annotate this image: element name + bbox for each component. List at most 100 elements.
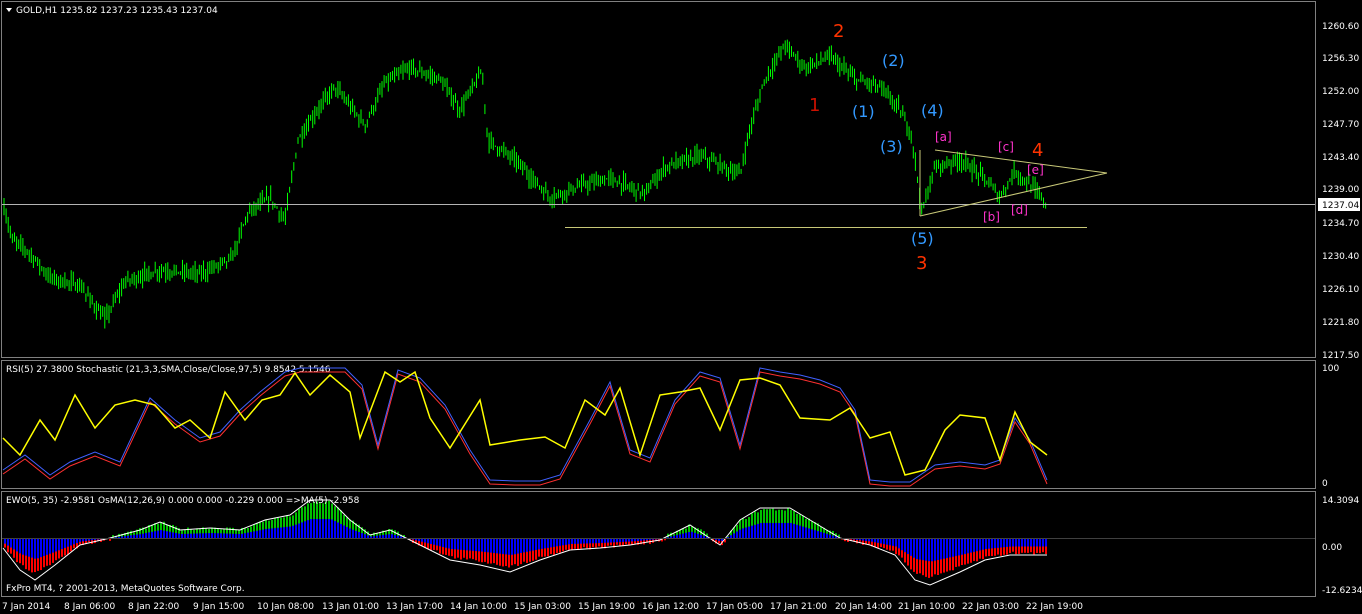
- osma-bar: [976, 538, 978, 552]
- osma-bar: [679, 534, 681, 538]
- copyright-text: FxPro MT4, ? 2001-2013, MetaQuotes Softw…: [6, 584, 245, 594]
- osma-bar: [139, 534, 141, 538]
- osma-bar: [961, 538, 963, 555]
- osma-bar: [919, 538, 921, 560]
- time-label: 10 Jan 08:00: [257, 602, 314, 612]
- osma-bar: [751, 525, 753, 538]
- osma-bar: [538, 538, 540, 550]
- osma-bar: [355, 530, 357, 538]
- osma-bar: [703, 535, 705, 538]
- wave-label: (3): [880, 137, 903, 156]
- osma-bar: [118, 536, 120, 538]
- osma-bar: [346, 527, 348, 538]
- osma-bar: [685, 532, 687, 538]
- osma-bar: [331, 519, 333, 538]
- osma-bar: [931, 538, 933, 562]
- osma-bar: [673, 535, 675, 538]
- osma-bar: [526, 538, 528, 552]
- osma-bar: [541, 538, 543, 549]
- osma-bar: [202, 533, 204, 538]
- osma-bar: [775, 523, 777, 538]
- time-label: 17 Jan 05:00: [706, 602, 763, 612]
- osma-bar: [820, 532, 822, 538]
- osma-bar: [736, 531, 738, 538]
- osma-bar: [433, 538, 435, 545]
- osma-bar: [892, 538, 894, 546]
- osma-bar: [511, 538, 513, 555]
- osma-bar: [676, 535, 678, 538]
- time-label: 8 Jan 22:00: [128, 602, 180, 612]
- osma-bar: [817, 531, 819, 538]
- osma-bar: [1012, 538, 1014, 547]
- osma-bar: [793, 523, 795, 538]
- time-label: 9 Jan 15:00: [193, 602, 245, 612]
- osma-bar: [373, 536, 375, 538]
- osma-bar: [487, 538, 489, 553]
- osma-bar: [565, 538, 567, 545]
- ewo-histogram: [2, 499, 1047, 586]
- time-label: 7 Jan 2014: [2, 602, 50, 612]
- osma-bar: [895, 538, 897, 547]
- osma-bar: [979, 538, 981, 551]
- osma-bar: [169, 531, 171, 538]
- osma-bar: [808, 528, 810, 538]
- osma-bar: [913, 538, 915, 558]
- osma-bar: [916, 538, 918, 560]
- osma-bar: [544, 538, 546, 549]
- osma-bar: [1039, 538, 1041, 547]
- osma-bar: [196, 533, 198, 538]
- osma-bar: [172, 532, 174, 538]
- osma-bar: [361, 533, 363, 538]
- osma-bar: [34, 538, 36, 559]
- osma-bar: [136, 534, 138, 538]
- osma-bar: [946, 538, 948, 559]
- osma-bar: [904, 538, 906, 553]
- osma-bar: [193, 533, 195, 538]
- wave-label: 4: [1032, 140, 1043, 161]
- osma-bar: [145, 533, 147, 538]
- osma-bar: [43, 538, 45, 556]
- osma-bar: [199, 533, 201, 538]
- osma-bar: [952, 538, 954, 557]
- osma-bar: [13, 538, 15, 550]
- triangle-upper-line: [934, 149, 1108, 174]
- osma-bar: [19, 538, 21, 554]
- osma-bar: [10, 538, 12, 548]
- osma-bar: [1042, 538, 1044, 547]
- osma-bar: [241, 533, 243, 538]
- osma-bar: [484, 538, 486, 552]
- osma-bar: [376, 535, 378, 538]
- dropdown-triangle-icon[interactable]: [6, 8, 12, 12]
- osma-bar: [556, 538, 558, 547]
- osma-bar: [37, 538, 39, 559]
- osma-bar: [964, 538, 966, 555]
- osma-bar: [973, 538, 975, 552]
- price-label: 1230.40: [1322, 252, 1359, 262]
- osma-bar: [268, 528, 270, 538]
- osma-bar: [454, 538, 456, 550]
- osma-bar: [985, 538, 987, 549]
- osma-bar: [121, 536, 123, 538]
- osma-bar: [496, 538, 498, 554]
- osma-bar: [310, 519, 312, 538]
- price-label: 1260.60: [1322, 22, 1359, 32]
- osma-bar: [517, 538, 519, 554]
- osma-bar: [313, 519, 315, 538]
- osma-bar: [52, 538, 54, 553]
- osma-bar: [217, 533, 219, 538]
- osma-bar: [550, 538, 552, 548]
- osma-bar: [1009, 538, 1011, 547]
- osma-bar: [805, 527, 807, 538]
- osma-bar: [829, 534, 831, 538]
- osma-bar: [1015, 538, 1017, 547]
- osma-bar: [46, 538, 48, 555]
- osma-bar: [364, 534, 366, 538]
- osma-bar: [49, 538, 51, 554]
- osma-bar: [694, 532, 696, 538]
- osma-bar: [547, 538, 549, 548]
- osma-bar: [1036, 538, 1038, 547]
- osma-bar: [370, 536, 372, 538]
- osma-bar: [682, 533, 684, 538]
- osma-bar: [502, 538, 504, 555]
- rsi-panel-frame: [1, 360, 1316, 489]
